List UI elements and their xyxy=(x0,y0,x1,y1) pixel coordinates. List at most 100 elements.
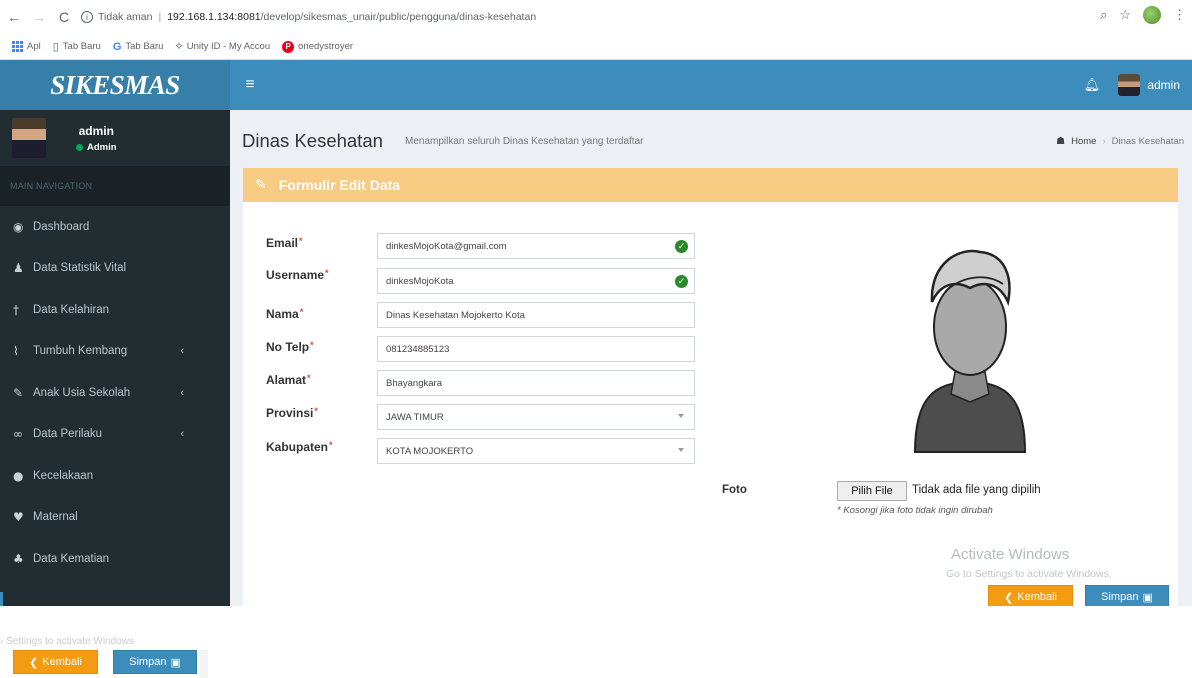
required-mark: * xyxy=(325,268,329,278)
active-indicator xyxy=(0,592,3,606)
nama-field[interactable]: Dinas Kesehatan Mojokerto Kota xyxy=(377,302,695,328)
back-button[interactable]: ❮ Kembali xyxy=(988,585,1073,606)
sidebar: admin Admin MAIN NAVIGATION ◉ Dashboard ♟ D… xyxy=(0,110,230,606)
user-panel: admin Admin xyxy=(0,110,230,166)
watermark-fragment-text: Settings to activate Windows xyxy=(6,636,134,647)
browser-actions: ⌕ ☆ ⋮ xyxy=(1100,6,1186,24)
email-field[interactable]: dinkesMojoKota@gmail.com ✓ xyxy=(377,233,695,259)
status-badge: Admin xyxy=(76,142,117,153)
chevron-left-icon: ‹ xyxy=(180,386,184,399)
email-label: Email* xyxy=(266,236,303,250)
sidebar-item-label: Maternal xyxy=(33,511,78,524)
avatar xyxy=(1118,74,1141,96)
kabupaten-label: Kabupaten* xyxy=(266,440,333,454)
back-arrow-icon[interactable]: ← xyxy=(3,6,25,28)
field-value: Bhayangkara xyxy=(386,377,442,389)
activate-windows-title: Activate Windows xyxy=(951,546,1070,563)
chevron-left-icon: ‹ xyxy=(180,345,184,358)
info-icon[interactable]: i xyxy=(81,11,93,23)
avatar xyxy=(12,118,46,158)
user-info: admin Admin xyxy=(76,124,117,153)
app-header: SIKESMAS ≡ 🔔︎ admin xyxy=(0,60,1192,110)
alamat-field[interactable]: Bhayangkara xyxy=(377,370,695,396)
save-button[interactable]: Simpan ▣ xyxy=(1085,585,1169,606)
label-text: Alamat xyxy=(266,373,307,387)
sidebar-item-label: Tumbuh Kembang xyxy=(33,345,128,358)
pinterest-icon: P xyxy=(282,40,295,53)
unity-icon: ⟡ xyxy=(175,40,183,52)
label-text: No Telp xyxy=(266,340,310,354)
breadcrumb-home[interactable]: Home xyxy=(1071,136,1096,147)
foto-help-text: * Kosongi jika foto tidak ingin dirubah xyxy=(837,505,993,516)
pencil-icon: ✎ xyxy=(255,177,267,193)
sidebar-item-maternal[interactable]: ♥ Maternal xyxy=(0,497,230,539)
provinsi-label: Provinsi* xyxy=(266,406,318,420)
notelp-field[interactable]: 081234885123 xyxy=(377,336,695,362)
username-field[interactable]: dinkesMojoKota ✓ xyxy=(377,268,695,294)
bell-icon[interactable]: 🔔︎ xyxy=(1084,77,1101,93)
check-circle-icon: ✓ xyxy=(675,275,688,288)
choose-file-button[interactable]: Pilih File xyxy=(837,481,907,501)
label-text: Username xyxy=(266,268,325,282)
foto-label: Foto xyxy=(722,484,747,496)
app-logo[interactable]: SIKESMAS xyxy=(0,60,230,110)
forward-arrow-icon[interactable]: → xyxy=(28,6,50,28)
bookmark-label: Apl xyxy=(27,41,41,52)
provinsi-select[interactable]: JAWA TIMUR xyxy=(377,404,695,430)
header-username: admin xyxy=(1147,78,1180,92)
button-label: Simpan xyxy=(129,656,167,668)
sidebar-item-dashboard[interactable]: ◉ Dashboard xyxy=(0,206,230,248)
sidebar-item-kecelakaan[interactable]: ● Kecelakaan xyxy=(0,455,230,497)
label-text: Provinsi xyxy=(266,406,314,420)
breadcrumb-separator: › xyxy=(1102,136,1106,147)
zoom-icon[interactable]: ⌕ xyxy=(1100,7,1107,23)
sidebar-item-label: Data Statistik Vital xyxy=(33,262,127,275)
dashboard-icon: ◉ xyxy=(13,219,24,234)
label-text: Nama xyxy=(266,307,299,321)
bookmark-label: Tab Baru xyxy=(62,41,101,52)
sidebar-item-data-kelahiran[interactable]: † Data Kelahiran xyxy=(0,289,230,331)
binoculars-icon: ∞ xyxy=(13,427,23,442)
extension-icon[interactable] xyxy=(1143,6,1161,24)
breadcrumb-current: Dinas Kesehatan xyxy=(1111,136,1184,147)
url-path: /develop/sikesmas_unair/public/pengguna/… xyxy=(260,11,537,23)
bookmark-label: Tab Baru xyxy=(125,41,164,52)
child-icon: † xyxy=(13,302,19,317)
check-circle-icon: ✓ xyxy=(675,240,688,253)
heartbeat-icon: ♥ xyxy=(13,510,24,525)
field-value: 081234885123 xyxy=(386,343,450,355)
sidebar-item-data-perilaku[interactable]: ∞ Data Perilaku ‹ xyxy=(0,414,230,456)
bookmark-apps[interactable]: Apl xyxy=(12,41,41,52)
hamburger-menu-icon[interactable]: ≡ xyxy=(230,60,270,110)
back-button-duplicate[interactable]: ❮ Kembali xyxy=(13,650,98,674)
bookmark-tab-baru-google[interactable]: G Tab Baru xyxy=(113,41,164,53)
sidebar-item-tumbuh-kembang[interactable]: ⌇ Tumbuh Kembang ‹ xyxy=(0,331,230,373)
save-button-duplicate[interactable]: Simpan ▣ xyxy=(113,650,197,674)
dropdown-caret-icon xyxy=(678,448,684,452)
user-menu[interactable]: admin xyxy=(1118,74,1180,96)
bookmark-tab-baru[interactable]: ▯ Tab Baru xyxy=(53,40,101,53)
reload-icon[interactable]: C xyxy=(53,6,75,28)
button-label: Kembali xyxy=(42,656,82,668)
sidebar-item-data-statistik-vital[interactable]: ♟ Data Statistik Vital xyxy=(0,248,230,290)
sidebar-item-label: Kecelakaan xyxy=(33,469,94,482)
box-title: Formulir Edit Data xyxy=(278,177,401,193)
user-times-icon: ♣ xyxy=(13,551,24,566)
more-menu-icon[interactable]: ⋮ xyxy=(1173,7,1186,23)
security-status: Tidak aman xyxy=(98,11,153,23)
address-bar[interactable]: i Tidak aman | 192.168.1.134:8081 /devel… xyxy=(81,6,536,28)
star-icon[interactable]: ☆ xyxy=(1119,7,1131,23)
bookmarks-bar: Apl ▯ Tab Baru G Tab Baru ⟡ Unity ID - M… xyxy=(0,34,1192,60)
bookmark-unity[interactable]: ⟡ Unity ID - My Accou xyxy=(175,40,270,53)
sidebar-item-label: Data Kematian xyxy=(33,552,110,565)
chevron-left-icon: ❮ xyxy=(29,656,39,669)
sidebar-item-data-kematian[interactable]: ♣ Data Kematian xyxy=(0,538,230,580)
apps-icon xyxy=(12,41,23,52)
bookmark-pinterest[interactable]: P onedystroyer xyxy=(282,40,353,53)
sidebar-item-anak-usia-sekolah[interactable]: ✎ Anak Usia Sekolah ‹ xyxy=(0,372,230,414)
url-host: 192.168.1.134:8081 xyxy=(167,11,261,23)
chevron-left-icon: ‹ xyxy=(180,428,184,441)
required-mark: * xyxy=(310,340,314,350)
kabupaten-select[interactable]: KOTA MOJOKERTO xyxy=(377,438,695,464)
username-label: Username* xyxy=(266,268,329,282)
